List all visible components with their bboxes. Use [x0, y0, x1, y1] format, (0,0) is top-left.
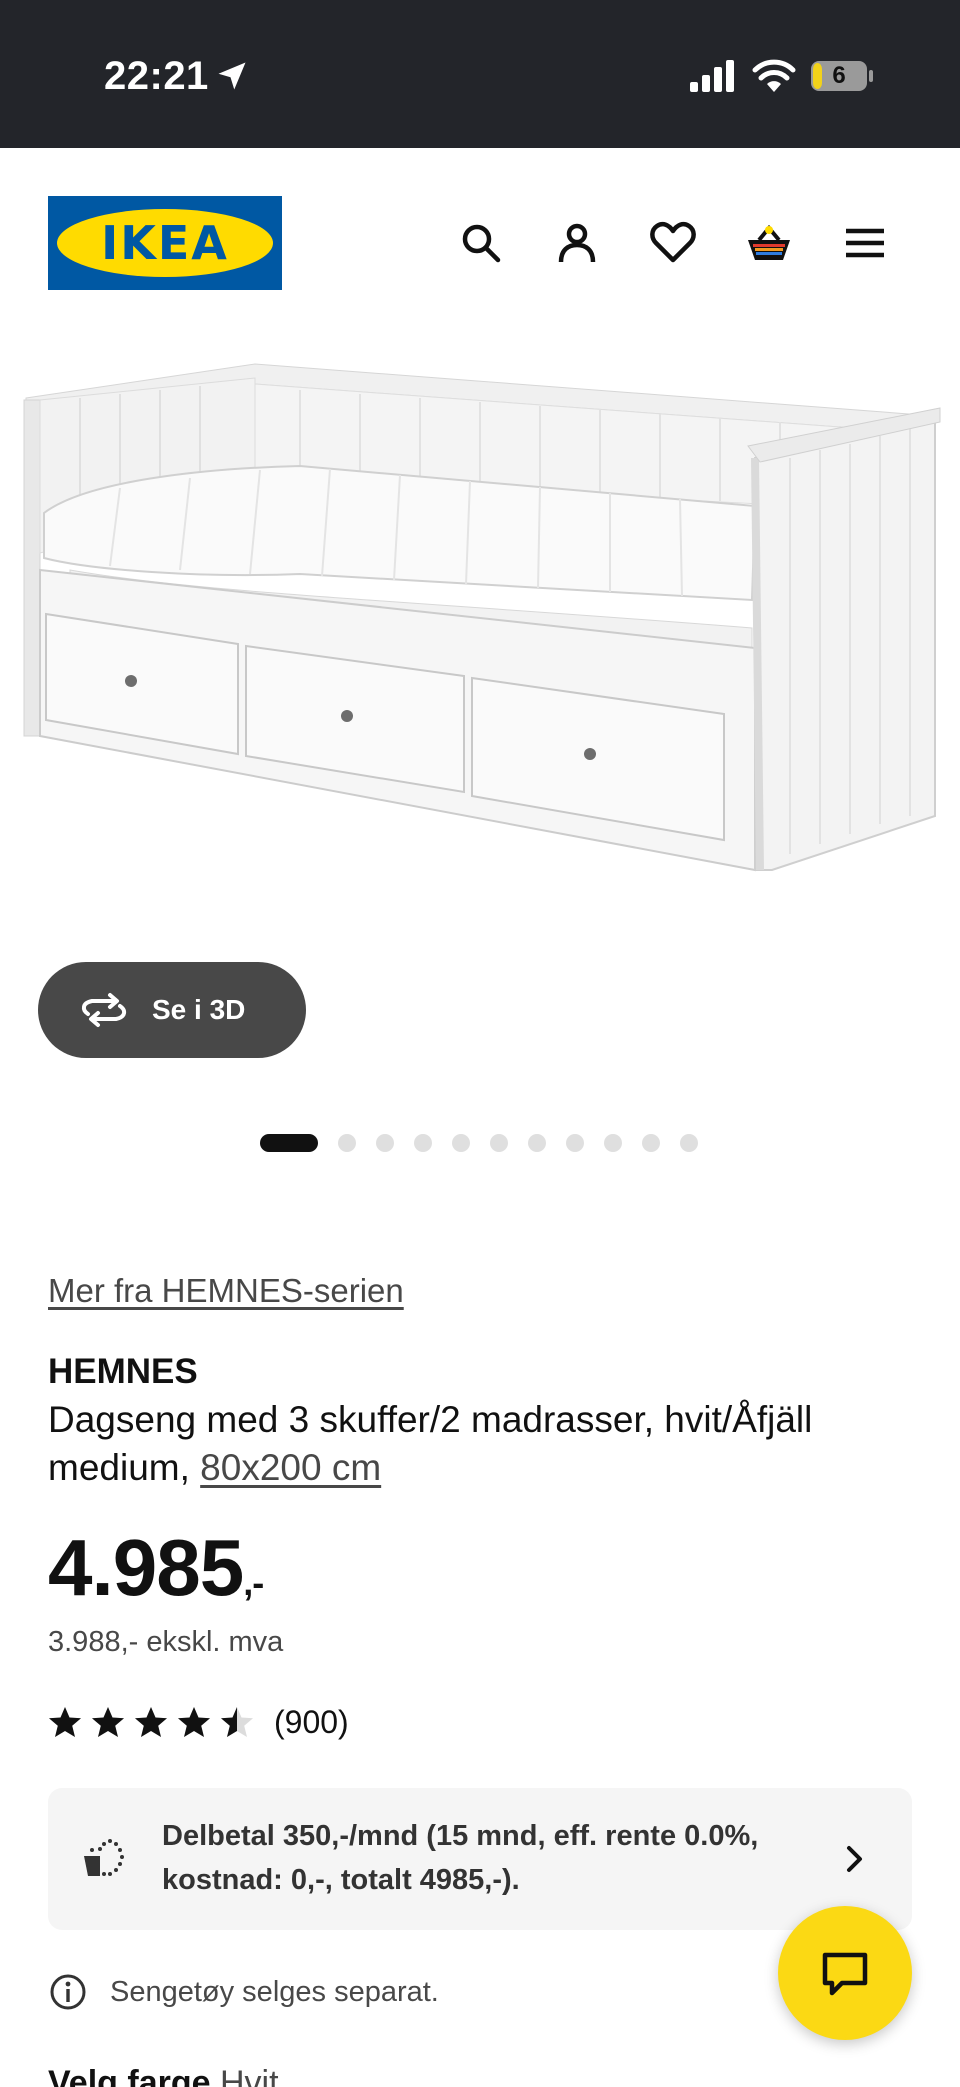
- star-full-icon: [92, 1707, 124, 1737]
- price-value: 4.985: [48, 1523, 244, 1612]
- installment-card[interactable]: Delbetal 350,-/mnd (15 mnd, eff. rente 0…: [48, 1788, 912, 1930]
- search-icon[interactable]: [456, 218, 506, 268]
- profile-icon[interactable]: [552, 218, 602, 268]
- carousel-dot-active[interactable]: [260, 1134, 318, 1152]
- product-description: Dagseng med 3 skuffer/2 madrasser, hvit/…: [48, 1396, 928, 1492]
- series-link[interactable]: Mer fra HEMNES-serien: [48, 1272, 404, 1310]
- location-arrow-icon: [218, 62, 246, 90]
- price-suffix: ,-: [243, 1562, 264, 1603]
- carousel-dot[interactable]: [642, 1134, 660, 1152]
- cell-signal-icon: [690, 60, 734, 92]
- carousel-indicator: [260, 1134, 720, 1152]
- logo-text: IKEA: [101, 216, 229, 270]
- info-icon: [50, 1974, 86, 2010]
- color-value: Hvit: [219, 2064, 279, 2087]
- carousel-dot[interactable]: [528, 1134, 546, 1152]
- site-header: IKEA: [0, 148, 960, 338]
- installment-icon: [84, 1839, 124, 1876]
- chat-bubble-icon: [822, 1952, 868, 1996]
- carousel-dot[interactable]: [338, 1134, 356, 1152]
- carousel-dot[interactable]: [490, 1134, 508, 1152]
- rating-count: (900): [274, 1704, 349, 1740]
- chevron-right-icon: [847, 1846, 862, 1872]
- carousel-dot[interactable]: [414, 1134, 432, 1152]
- product-name: HEMNES: [48, 1352, 198, 1391]
- carousel-dot[interactable]: [376, 1134, 394, 1152]
- price-ex-vat: 3.988,- ekskl. mva: [48, 1626, 284, 1658]
- bedding-notice: Sengetøy selges separat.: [48, 1970, 748, 2014]
- status-bar: 22:21 6: [0, 0, 960, 148]
- basket-icon[interactable]: [744, 218, 794, 268]
- rotate-3d-icon: [81, 993, 127, 1027]
- star-full-icon: [178, 1707, 210, 1737]
- status-time: 22:21: [104, 54, 209, 98]
- view-3d-label: Se i 3D: [152, 994, 246, 1025]
- view-3d-button[interactable]: Se i 3D: [38, 962, 306, 1058]
- star-half-icon: [221, 1707, 253, 1737]
- product-description-text: Dagseng med 3 skuffer/2 madrasser, hvit/…: [48, 1399, 813, 1488]
- heart-icon[interactable]: [648, 218, 698, 268]
- carousel-dot[interactable]: [680, 1134, 698, 1152]
- color-label: Velg farge: [48, 2064, 211, 2087]
- notice-text: Sengetøy selges separat.: [110, 1976, 439, 2008]
- menu-icon[interactable]: [840, 218, 890, 268]
- chat-button[interactable]: [778, 1906, 912, 2040]
- star-full-icon: [49, 1707, 81, 1737]
- installment-text: Delbetal 350,-/mnd (15 mnd, eff. rente 0…: [162, 1820, 759, 1896]
- carousel-dot[interactable]: [566, 1134, 584, 1152]
- wifi-icon: [752, 59, 796, 92]
- ikea-logo[interactable]: IKEA: [48, 196, 282, 290]
- battery-level: 6: [832, 62, 846, 89]
- carousel-dot[interactable]: [452, 1134, 470, 1152]
- color-selector-heading[interactable]: Velg farge Hvit: [48, 2064, 279, 2087]
- size-link[interactable]: 80x200 cm: [200, 1447, 381, 1488]
- star-full-icon: [135, 1707, 167, 1737]
- product-image-daybed[interactable]: [0, 338, 960, 898]
- carousel-dot[interactable]: [604, 1134, 622, 1152]
- product-price: 4.985,-: [48, 1522, 264, 1614]
- rating[interactable]: (900): [48, 1700, 448, 1744]
